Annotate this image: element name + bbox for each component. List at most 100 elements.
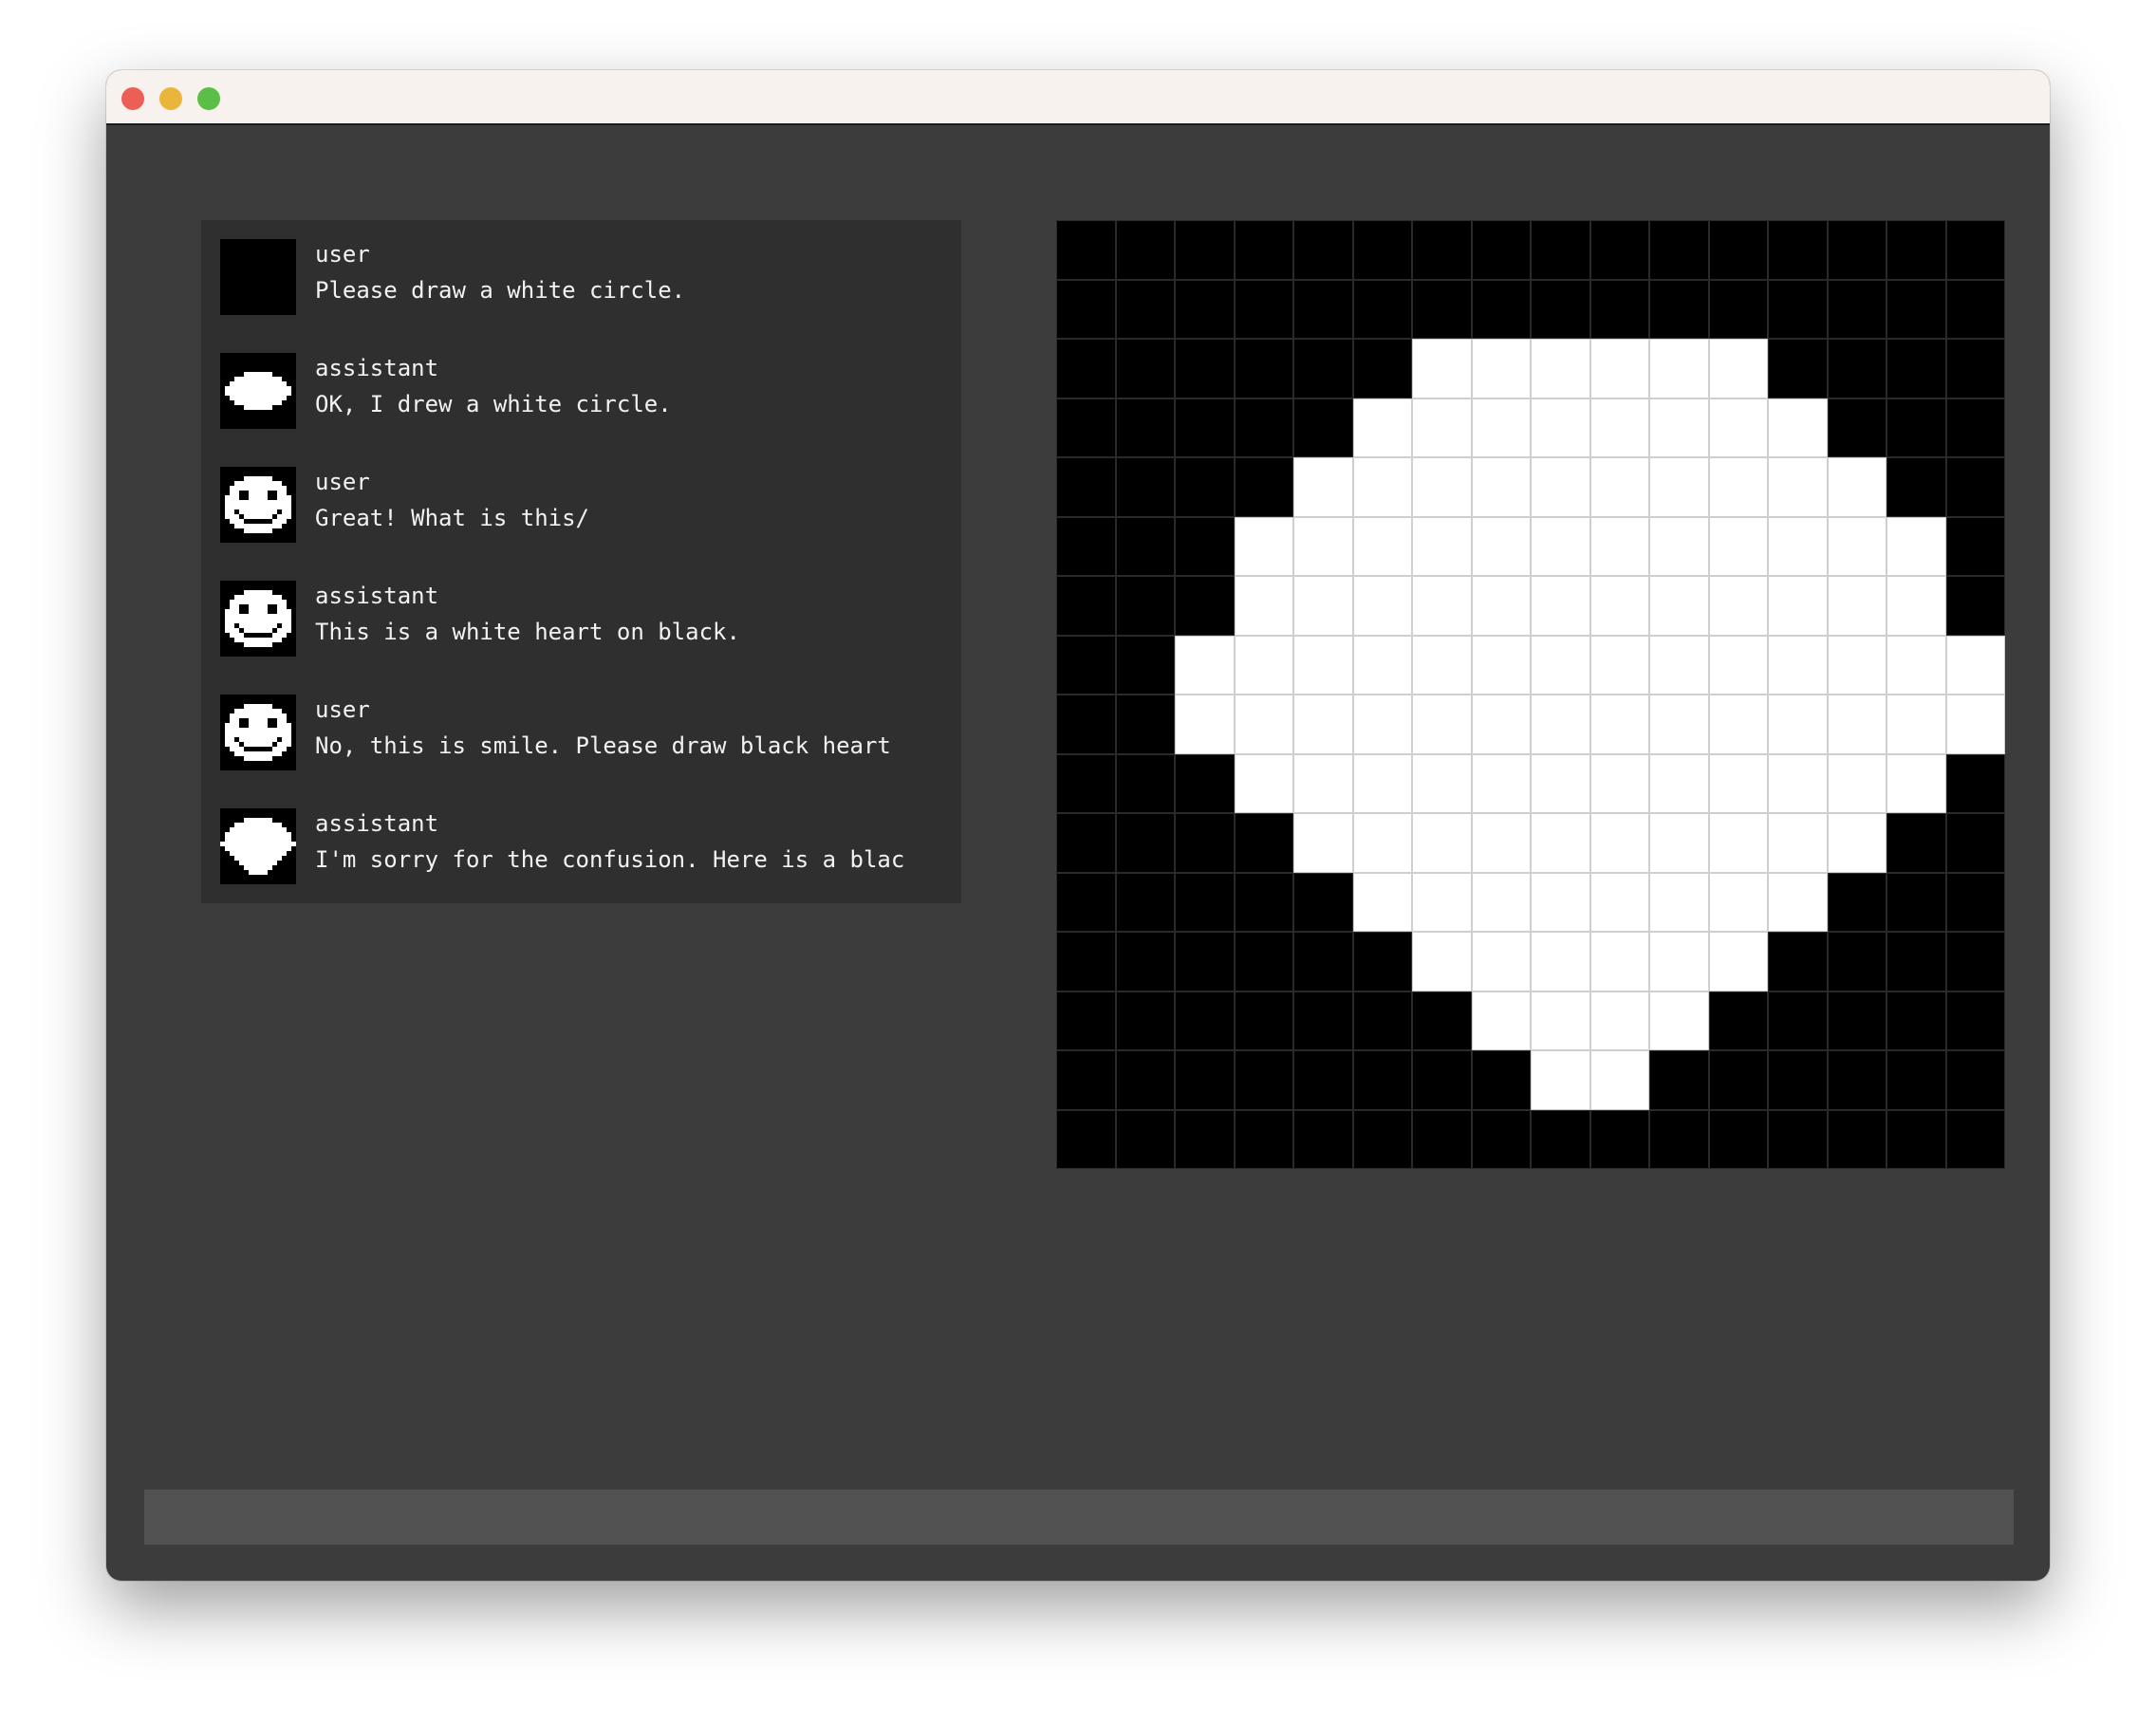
pixel-cell[interactable]: [1827, 872, 1886, 932]
pixel-cell[interactable]: [1234, 516, 1293, 576]
pixel-cell[interactable]: [1234, 1109, 1293, 1169]
pixel-cell[interactable]: [1589, 991, 1649, 1050]
pixel-cell[interactable]: [1531, 753, 1590, 813]
pixel-cell[interactable]: [1234, 398, 1293, 457]
pixel-cell[interactable]: [1649, 1050, 1709, 1110]
pixel-cell[interactable]: [1056, 872, 1116, 932]
pixel-cell[interactable]: [1768, 220, 1828, 280]
pixel-cell[interactable]: [1115, 1050, 1175, 1110]
pixel-cell[interactable]: [1945, 220, 2005, 280]
pixel-cell[interactable]: [1293, 576, 1353, 636]
pixel-cell[interactable]: [1352, 991, 1412, 1050]
pixel-cell[interactable]: [1471, 932, 1531, 991]
pixel-cell[interactable]: [1827, 220, 1886, 280]
pixel-cell[interactable]: [1234, 339, 1293, 398]
pixel-cell[interactable]: [1827, 398, 1886, 457]
pixel-cell[interactable]: [1352, 1109, 1412, 1169]
pixel-cell[interactable]: [1945, 991, 2005, 1050]
pixel-cell[interactable]: [1056, 398, 1116, 457]
pixel-cell[interactable]: [1234, 220, 1293, 280]
pixel-cell[interactable]: [1945, 339, 2005, 398]
pixel-cell[interactable]: [1886, 753, 1946, 813]
pixel-cell[interactable]: [1649, 932, 1709, 991]
pixel-cell[interactable]: [1293, 695, 1353, 754]
pixel-cell[interactable]: [1649, 398, 1709, 457]
pixel-cell[interactable]: [1708, 1050, 1768, 1110]
pixel-cell[interactable]: [1234, 279, 1293, 339]
pixel-cell[interactable]: [1234, 872, 1293, 932]
pixel-cell[interactable]: [1293, 398, 1353, 457]
pixel-cell[interactable]: [1531, 279, 1590, 339]
pixel-cell[interactable]: [1471, 635, 1531, 695]
pixel-cell[interactable]: [1175, 991, 1235, 1050]
pixel-cell[interactable]: [1768, 932, 1828, 991]
pixel-cell[interactable]: [1412, 1050, 1472, 1110]
pixel-cell[interactable]: [1293, 279, 1353, 339]
pixel-cell[interactable]: [1827, 279, 1886, 339]
pixel-cell[interactable]: [1056, 516, 1116, 576]
pixel-cell[interactable]: [1649, 813, 1709, 873]
pixel-cell[interactable]: [1352, 576, 1412, 636]
pixel-cell[interactable]: [1352, 220, 1412, 280]
pixel-cell[interactable]: [1589, 398, 1649, 457]
pixel-cell[interactable]: [1531, 339, 1590, 398]
pixel-cell[interactable]: [1471, 813, 1531, 873]
pixel-cell[interactable]: [1352, 753, 1412, 813]
pixel-cell[interactable]: [1234, 1050, 1293, 1110]
pixel-cell[interactable]: [1115, 220, 1175, 280]
pixel-cell[interactable]: [1768, 991, 1828, 1050]
pixel-cell[interactable]: [1471, 1109, 1531, 1169]
pixel-cell[interactable]: [1115, 991, 1175, 1050]
pixel-cell[interactable]: [1352, 872, 1412, 932]
pixel-cell[interactable]: [1886, 991, 1946, 1050]
pixel-cell[interactable]: [1234, 932, 1293, 991]
pixel-cell[interactable]: [1649, 635, 1709, 695]
pixel-cell[interactable]: [1293, 339, 1353, 398]
pixel-cell[interactable]: [1234, 457, 1293, 517]
pixel-cell[interactable]: [1827, 1050, 1886, 1110]
pixel-cell[interactable]: [1293, 813, 1353, 873]
pixel-cell[interactable]: [1589, 813, 1649, 873]
pixel-cell[interactable]: [1115, 398, 1175, 457]
pixel-cell[interactable]: [1412, 279, 1472, 339]
pixel-cell[interactable]: [1768, 457, 1828, 517]
pixel-cell[interactable]: [1886, 279, 1946, 339]
pixel-cell[interactable]: [1175, 1050, 1235, 1110]
pixel-cell[interactable]: [1708, 220, 1768, 280]
pixel-cell[interactable]: [1352, 695, 1412, 754]
pixel-cell[interactable]: [1175, 635, 1235, 695]
pixel-cell[interactable]: [1175, 813, 1235, 873]
pixel-cell[interactable]: [1649, 695, 1709, 754]
pixel-cell[interactable]: [1886, 576, 1946, 636]
pixel-cell[interactable]: [1649, 279, 1709, 339]
pixel-cell[interactable]: [1708, 1109, 1768, 1169]
pixel-cell[interactable]: [1708, 695, 1768, 754]
pixel-cell[interactable]: [1412, 516, 1472, 576]
pixel-cell[interactable]: [1531, 516, 1590, 576]
pixel-cell[interactable]: [1352, 398, 1412, 457]
pixel-cell[interactable]: [1175, 1109, 1235, 1169]
pixel-cell[interactable]: [1768, 753, 1828, 813]
pixel-cell[interactable]: [1945, 753, 2005, 813]
pixel-cell[interactable]: [1471, 516, 1531, 576]
pixel-cell[interactable]: [1293, 635, 1353, 695]
pixel-cell[interactable]: [1352, 339, 1412, 398]
pixel-cell[interactable]: [1056, 457, 1116, 517]
pixel-cell[interactable]: [1056, 991, 1116, 1050]
pixel-cell[interactable]: [1708, 279, 1768, 339]
pixel-cell[interactable]: [1531, 932, 1590, 991]
pixel-cell[interactable]: [1886, 872, 1946, 932]
pixel-cell[interactable]: [1531, 695, 1590, 754]
pixel-cell[interactable]: [1471, 695, 1531, 754]
pixel-cell[interactable]: [1827, 1109, 1886, 1169]
pixel-cell[interactable]: [1056, 813, 1116, 873]
pixel-cell[interactable]: [1708, 991, 1768, 1050]
pixel-cell[interactable]: [1115, 813, 1175, 873]
pixel-cell[interactable]: [1412, 635, 1472, 695]
pixel-cell[interactable]: [1056, 220, 1116, 280]
pixel-cell[interactable]: [1649, 872, 1709, 932]
pixel-cell[interactable]: [1175, 279, 1235, 339]
pixel-cell[interactable]: [1768, 872, 1828, 932]
minimize-window-button[interactable]: [159, 87, 182, 110]
pixel-cell[interactable]: [1115, 457, 1175, 517]
